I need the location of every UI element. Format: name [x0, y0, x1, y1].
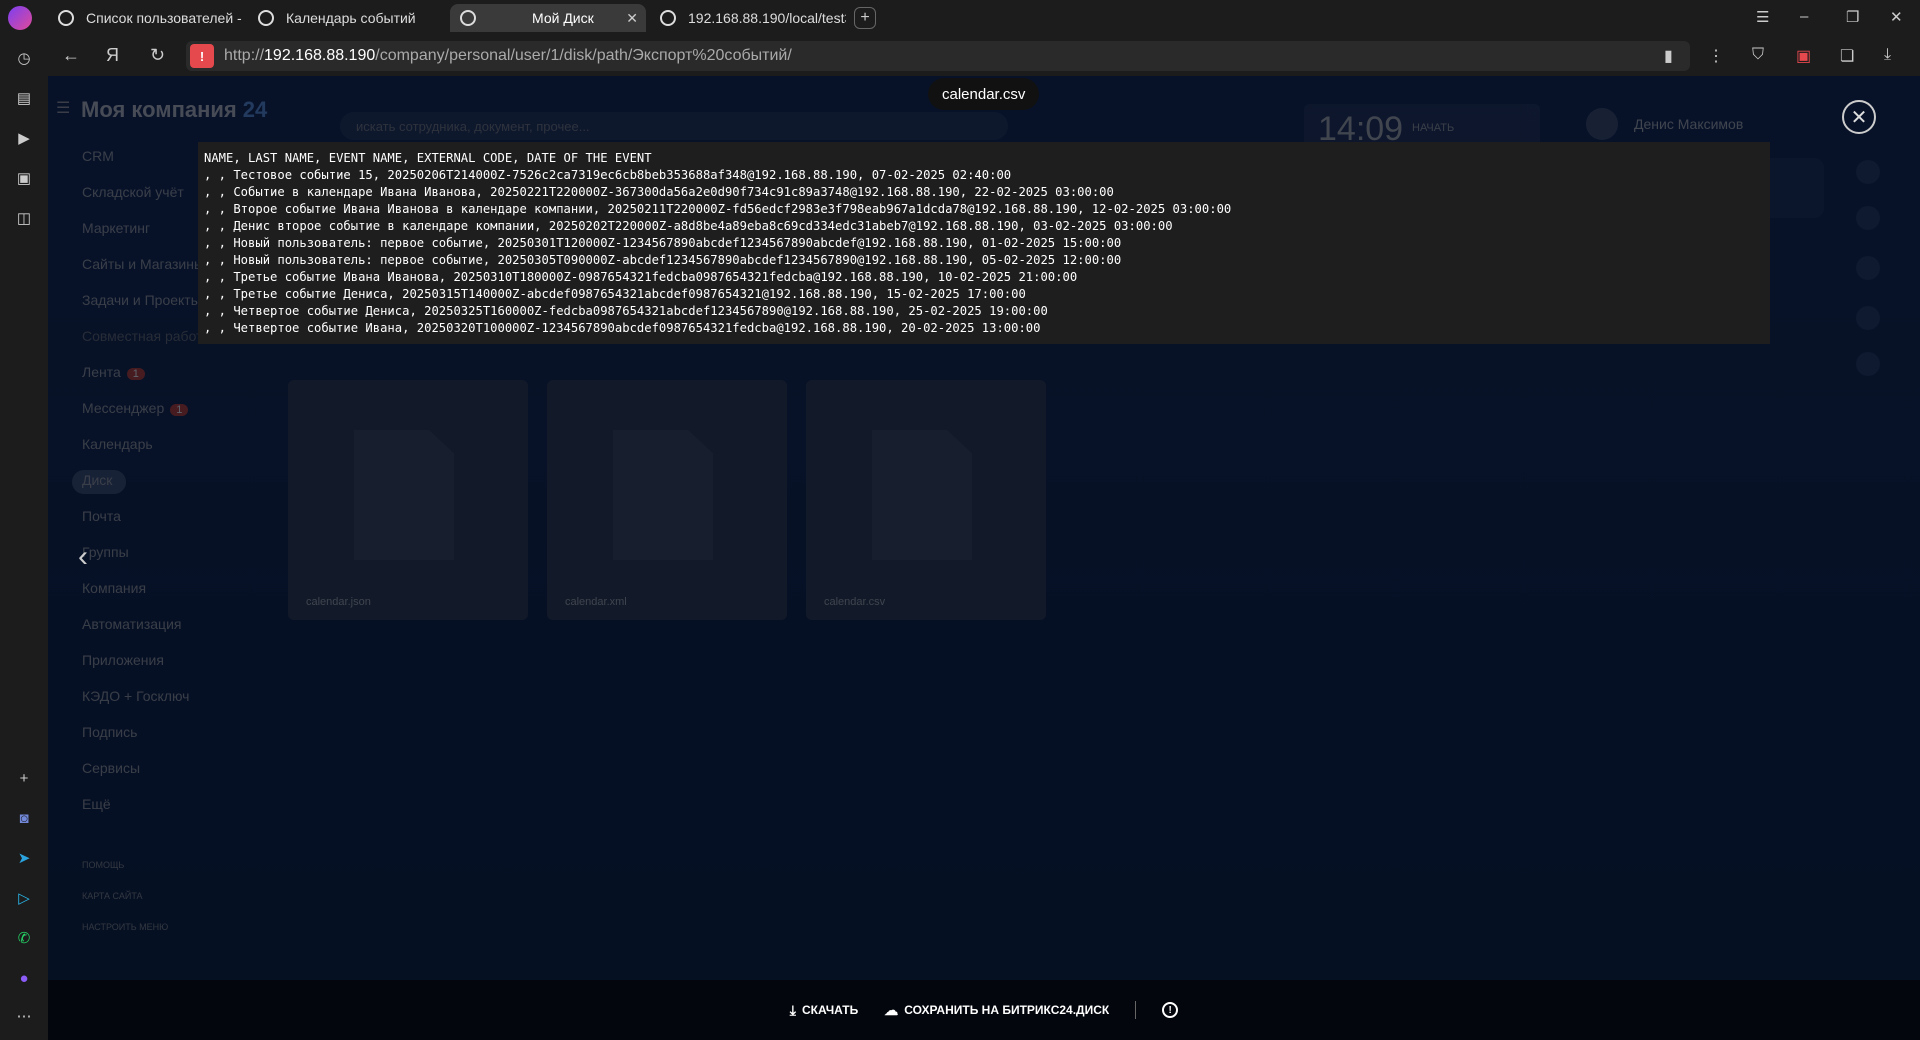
shield-icon[interactable]: ⛉: [1752, 46, 1764, 64]
tabs-icon[interactable]: ❏: [1840, 46, 1854, 66]
bitrix-favicon-icon: [258, 10, 274, 26]
viewer-action-bar: ⤓ СКАЧАТЬ ☁ СОХРАНИТЬ НА БИТРИКС24.ДИСК …: [48, 980, 1920, 1040]
url-field[interactable]: ! http://192.168.88.190/company/personal…: [186, 41, 1690, 71]
new-tab-button[interactable]: +: [854, 7, 876, 29]
whatsapp-icon[interactable]: ✆: [12, 926, 36, 950]
divider: [1135, 1001, 1137, 1019]
url-text: http://192.168.88.190/company/personal/u…: [224, 47, 792, 64]
tab-close-icon[interactable]: ✕: [626, 10, 638, 27]
video-icon[interactable]: ▶: [12, 126, 36, 150]
csv-line: , , Новый пользователь: первое событие, …: [204, 236, 1122, 250]
browser-logo-icon[interactable]: [8, 6, 32, 30]
save-to-disk-button[interactable]: ☁ СОХРАНИТЬ НА БИТРИКС24.ДИСК: [884, 1002, 1109, 1019]
cloud-icon: ☁: [884, 1001, 899, 1018]
more-icon[interactable]: ⋯: [12, 1004, 36, 1028]
tab-local-test[interactable]: 192.168.88.190/local/test3: [650, 4, 846, 32]
insecure-warning-icon[interactable]: !: [190, 44, 214, 68]
restore-icon[interactable]: ❐: [1846, 8, 1859, 26]
csv-content: NAME, LAST NAME, EVENT NAME, EXTERNAL CO…: [198, 142, 1770, 344]
csv-line: , , Событие в календаре Ивана Иванова, 2…: [204, 185, 1114, 199]
collections-icon[interactable]: ▤: [12, 86, 36, 110]
telegram-icon[interactable]: ➤: [12, 846, 36, 870]
chevron-left-icon[interactable]: ‹: [78, 540, 88, 574]
download-button[interactable]: ⤓ СКАЧАТЬ: [790, 1002, 858, 1019]
back-icon[interactable]: ←: [62, 45, 80, 66]
add-panel-icon[interactable]: +: [12, 766, 36, 790]
csv-line: , , Третье событие Ивана Иванова, 202503…: [204, 270, 1078, 284]
yandex-icon[interactable]: Я: [106, 45, 119, 66]
messenger-app-icon[interactable]: ▷: [12, 886, 36, 910]
bitrix-favicon-icon: [58, 10, 74, 26]
more-vertical-icon[interactable]: ⋮: [1708, 46, 1724, 66]
csv-line: , , Денис второе событие в календаре ком…: [204, 219, 1173, 233]
viewer-file-title: calendar.csv: [928, 78, 1040, 110]
minimize-icon[interactable]: –: [1800, 8, 1808, 25]
tab-events-calendar[interactable]: Календарь событий: [248, 4, 444, 32]
csv-line: , , Второе событие Ивана Иванова в кален…: [204, 202, 1232, 216]
bookmark-icon[interactable]: ▮: [1664, 46, 1673, 66]
discord-icon[interactable]: ◙: [12, 806, 36, 830]
viewer-close-button[interactable]: ✕: [1842, 100, 1876, 134]
csv-line: , , Новый пользователь: первое событие, …: [204, 253, 1122, 267]
tab-my-disk[interactable]: Мой Диск ✕: [450, 4, 646, 32]
history-icon[interactable]: ◷: [12, 46, 36, 70]
info-icon[interactable]: !: [1162, 1002, 1179, 1018]
alice-icon[interactable]: ●: [12, 966, 36, 990]
csv-line: , , Третье событие Дениса, 20250315T1400…: [204, 287, 1026, 301]
window-close-icon[interactable]: ✕: [1890, 8, 1903, 26]
csv-line: NAME, LAST NAME, EVENT NAME, EXTERNAL CO…: [204, 151, 652, 165]
browser-side-panel: ◷ ▤ ▶ ▣ ◫ + ◙ ➤ ▷ ✆ ● ⋯: [0, 36, 48, 1040]
csv-line: , , Тестовое событие 15, 20250206T214000…: [204, 168, 1012, 182]
browser-tab-bar: Список пользователей - 1 Календарь событ…: [0, 0, 1920, 36]
csv-line: , , Четвертое событие Дениса, 20250325T1…: [204, 304, 1048, 318]
counter-app-icon[interactable]: ▣: [12, 166, 36, 190]
bitrix-favicon-icon: [460, 10, 476, 26]
bitrix-favicon-icon: [660, 10, 676, 26]
csv-line: , , Четвертое событие Ивана, 20250320T10…: [204, 321, 1041, 335]
download-icon: ⤓: [789, 1001, 796, 1018]
extension-icon[interactable]: ▣: [1796, 46, 1811, 66]
tab-users-list[interactable]: Список пользователей - 1: [48, 4, 244, 32]
reload-icon[interactable]: ↻: [150, 45, 165, 66]
screenshot-icon[interactable]: ◫: [12, 206, 36, 230]
download-icon[interactable]: ⤓: [1884, 46, 1891, 64]
menu-icon[interactable]: ☰: [1756, 8, 1769, 26]
